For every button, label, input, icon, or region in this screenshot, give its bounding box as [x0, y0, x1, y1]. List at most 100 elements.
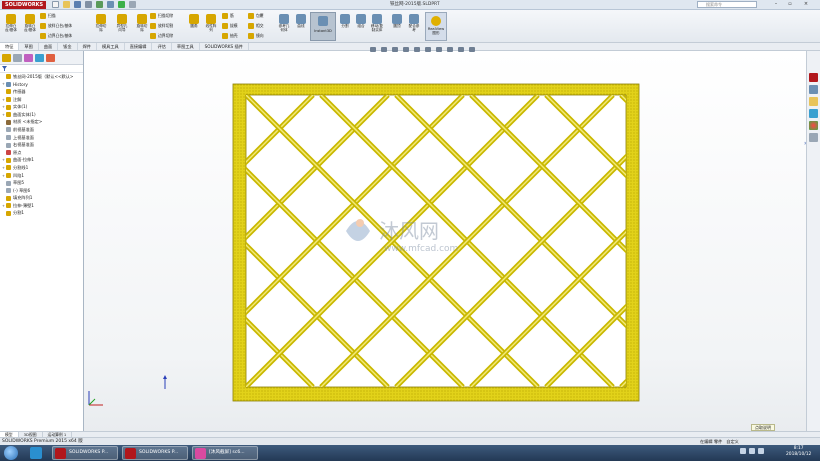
search-commands-input[interactable]: 搜索命令 — [697, 1, 757, 8]
undo-icon[interactable] — [96, 1, 103, 8]
tree-item[interactable]: 铁丝网-2015版（默认<<默认> — [2, 73, 83, 81]
ribbon-button-curves[interactable]: 曲线 — [292, 12, 310, 28]
ribbon-button-hole-wizard[interactable]: 异型孔 向导 — [113, 12, 131, 32]
tree-item[interactable]: 前视基准面 — [2, 126, 83, 134]
rebuild-icon[interactable] — [118, 1, 125, 8]
tree-item[interactable]: 材质 <未指定> — [2, 119, 83, 127]
display-style-icon[interactable] — [425, 47, 431, 52]
taskbar-window-button[interactable]: [沐风截屏] sc6... — [192, 446, 258, 460]
tree-item[interactable]: + 分割线1 — [2, 164, 83, 172]
tree-item[interactable]: + 实体(1) — [2, 103, 83, 111]
ribbon-small-button-swept-cut[interactable]: 扫描切除 — [150, 13, 173, 19]
solidworks-resources-icon[interactable] — [809, 73, 818, 82]
solidworks-logo[interactable]: SOLIDWORKS — [2, 1, 47, 9]
cm-tab-0[interactable]: 特征 — [0, 43, 20, 50]
tree-item[interactable]: + 曲面实体(1) — [2, 111, 83, 119]
tree-item[interactable]: + 曲面-拉伸1 — [2, 157, 83, 165]
realview-graphics-button[interactable]: RealView 图形 — [425, 12, 447, 41]
property-manager-tab-icon[interactable] — [13, 54, 22, 62]
tree-item[interactable]: 右视基准面 — [2, 141, 83, 149]
tree-item[interactable]: 填充阵列1 — [2, 195, 83, 203]
ribbon-button-fillet[interactable]: 圆角 — [185, 12, 203, 28]
ribbon-button-dome[interactable]: 圆顶 — [388, 12, 406, 28]
ribbon-small-button-boundary-cut[interactable]: 边界切除 — [150, 33, 173, 39]
ribbon-small-button-loft[interactable]: 放样凸台/基体 — [40, 23, 72, 29]
browser-icon[interactable] — [30, 447, 42, 459]
ribbon-button-revolve-cut[interactable]: 旋转切 除 — [133, 12, 151, 32]
input-method-icon[interactable] — [758, 448, 764, 454]
configuration-manager-tab-icon[interactable] — [24, 54, 33, 62]
ribbon-small-button-sweep[interactable]: 扫描 — [40, 13, 56, 19]
ribbon-button-linear-pattern[interactable]: 线性阵 列 — [202, 12, 220, 32]
start-button-icon[interactable] — [4, 446, 18, 460]
graphics-area[interactable]: 沐风网 www.mfcad.com — [84, 51, 806, 431]
new-document-icon[interactable] — [52, 1, 59, 8]
cm-tab-3[interactable]: 钣金 — [58, 43, 78, 50]
hide-show-items-icon[interactable] — [436, 47, 442, 52]
cm-tab-6[interactable]: 直接编辑 — [125, 43, 153, 50]
minimize-button[interactable]: – — [770, 1, 782, 8]
cm-tab-5[interactable]: 模具工具 — [97, 43, 125, 50]
save-icon[interactable] — [74, 1, 81, 8]
quick-tip-popup[interactable]: 点取说明 — [751, 424, 775, 431]
instant3d-button[interactable]: Instant3D — [310, 12, 336, 41]
tree-item[interactable]: 草图5 — [2, 179, 83, 187]
restore-button[interactable]: ▫ — [784, 1, 796, 8]
tree-item[interactable]: 原点 — [2, 149, 83, 157]
open-folder-icon[interactable] — [63, 1, 70, 8]
taskbar-window-button[interactable]: SOLIDWORKS P... — [122, 446, 188, 460]
cm-tab-2[interactable]: 曲面 — [39, 43, 59, 50]
zoom-to-fit-icon[interactable] — [370, 47, 376, 52]
ribbon-small-button-shell[interactable]: 抽壳 — [222, 33, 238, 39]
tree-item[interactable]: + 注解 — [2, 96, 83, 104]
view-orientation-icon[interactable] — [414, 47, 420, 52]
ribbon-small-button-draft[interactable]: 拔模 — [222, 23, 238, 29]
cm-tab-8[interactable]: 草图工具 — [172, 43, 200, 50]
section-view-icon[interactable] — [403, 47, 409, 52]
ribbon-button-move-copy[interactable]: 移动/复 制实体 — [368, 12, 386, 32]
ribbon-button-mate-reference[interactable]: 配合参 考 — [405, 12, 423, 32]
tree-item[interactable]: + History — [2, 81, 83, 89]
dimxpert-tab-icon[interactable] — [35, 54, 44, 62]
tree-filter[interactable] — [0, 65, 83, 73]
ribbon-button-extrude-cut[interactable]: 拉伸切 除 — [92, 12, 110, 32]
file-explorer-icon[interactable] — [809, 97, 818, 106]
cm-tab-4[interactable]: 焊件 — [78, 43, 97, 50]
ribbon-small-button-mirror[interactable]: 镜向 — [248, 33, 264, 39]
tree-item[interactable]: 上视基准面 — [2, 134, 83, 142]
status-units[interactable]: 自定义 — [726, 439, 739, 444]
view-palette-icon[interactable] — [809, 109, 818, 118]
tree-item[interactable]: 传感器 — [2, 88, 83, 96]
tree-item[interactable]: + 凹陷1 — [2, 172, 83, 180]
taskbar-window-button[interactable]: SOLIDWORKS P... — [52, 446, 118, 460]
cm-tab-1[interactable]: 草图 — [19, 43, 39, 50]
view-settings-icon[interactable] — [469, 47, 475, 52]
network-icon[interactable] — [740, 448, 746, 454]
ribbon-small-button-wrap[interactable]: 包覆 — [248, 13, 264, 19]
ribbon-small-button-lofted-cut[interactable]: 放样切割 — [150, 23, 173, 29]
feature-manager-tab-icon[interactable] — [2, 54, 11, 62]
ribbon-button-revolve-boss[interactable]: 旋转凸 台/基体 — [21, 12, 39, 32]
tree-item[interactable]: (-) 草图6 — [2, 187, 83, 195]
options-gear-icon[interactable] — [129, 1, 136, 8]
appearances-icon[interactable] — [809, 121, 818, 130]
design-library-icon[interactable] — [809, 85, 818, 94]
ribbon-small-button-intersect[interactable]: 相交 — [248, 23, 264, 29]
ribbon-small-button-boundary[interactable]: 边界凸台/基体 — [40, 33, 72, 39]
display-manager-tab-icon[interactable] — [46, 54, 55, 62]
close-button[interactable]: × — [800, 1, 812, 8]
volume-icon[interactable] — [749, 448, 755, 454]
model-viewport[interactable]: 沐风网 www.mfcad.com — [84, 51, 806, 431]
cm-tab-7[interactable]: 评估 — [152, 43, 172, 50]
cm-tab-9[interactable]: SOLIDWORKS 插件 — [200, 43, 249, 50]
zoom-area-icon[interactable] — [381, 47, 387, 52]
previous-view-icon[interactable] — [392, 47, 398, 52]
tree-item[interactable]: + 拉伸-薄壁1 — [2, 202, 83, 210]
print-icon[interactable] — [85, 1, 92, 8]
apply-scene-icon[interactable] — [458, 47, 464, 52]
edit-appearance-icon[interactable] — [447, 47, 453, 52]
taskbar-clock[interactable]: 8:17 2018/10/12 — [786, 446, 811, 458]
custom-properties-icon[interactable] — [809, 133, 818, 142]
ribbon-button-extrude-boss[interactable]: 拉伸凸 台/基体 — [2, 12, 20, 32]
ribbon-button-reference-geometry[interactable]: 参考几 何体 — [275, 12, 293, 32]
